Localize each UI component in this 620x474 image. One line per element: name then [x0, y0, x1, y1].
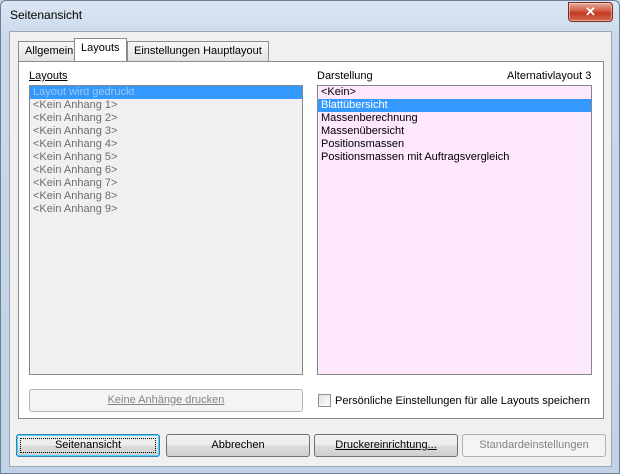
list-item[interactable]: <Kein Anhang 1> — [30, 99, 302, 112]
tab-allgemein[interactable]: Allgemein — [18, 41, 81, 61]
list-item[interactable]: <Kein Anhang 6> — [30, 164, 302, 177]
button-label: Standardeinstellungen — [479, 439, 589, 451]
tab-label: Einstellungen Hauptlayout — [134, 45, 262, 57]
layouts-label: Layouts — [29, 70, 68, 82]
list-item[interactable]: <Kein Anhang 5> — [30, 151, 302, 164]
list-item[interactable]: Massenberechnung — [318, 112, 591, 125]
list-item[interactable]: <Kein Anhang 3> — [30, 125, 302, 138]
close-button[interactable]: ✕ — [568, 2, 613, 22]
preview-button[interactable]: Seitenansicht — [16, 434, 160, 457]
dialog-window: Seitenansicht ✕ Allgemein Layouts Einste… — [0, 0, 620, 474]
defaults-button[interactable]: Standardeinstellungen — [462, 434, 606, 457]
save-settings-checkbox[interactable] — [318, 394, 331, 407]
tab-layouts[interactable]: Layouts — [74, 38, 127, 61]
list-item[interactable]: Positionsmassen — [318, 138, 591, 151]
no-attachments-print-button[interactable]: Keine Anhänge drucken — [29, 389, 303, 412]
close-icon: ✕ — [585, 4, 596, 19]
list-item[interactable]: <Kein Anhang 4> — [30, 138, 302, 151]
list-item[interactable]: Massenübersicht — [318, 125, 591, 138]
list-item[interactable]: Blattübersicht — [318, 99, 591, 112]
alternative-layout-label: Alternativlayout 3 — [507, 70, 592, 82]
tab-einstellungen-hauptlayout[interactable]: Einstellungen Hauptlayout — [127, 41, 269, 61]
window-title: Seitenansicht — [10, 8, 83, 22]
printer-setup-button[interactable]: Druckereinrichtung... — [314, 434, 458, 457]
list-item[interactable]: Positionsmassen mit Auftragsvergleich — [318, 151, 591, 164]
list-item[interactable]: <Kein Anhang 2> — [30, 112, 302, 125]
button-label: Keine Anhänge drucken — [107, 394, 225, 406]
list-item[interactable]: <Kein Anhang 7> — [30, 177, 302, 190]
darstellung-listbox[interactable]: <Kein> Blattübersicht Massenberechnung Mass… — [317, 85, 592, 375]
layouts-listbox[interactable]: Layout wird gedruckt <Kein Anhang 1> <Kein… — [29, 85, 303, 375]
button-label: Abbrechen — [211, 439, 265, 451]
button-label: Druckereinrichtung... — [335, 439, 437, 451]
darstellung-label: Darstellung — [317, 70, 373, 82]
tab-label: Layouts — [81, 42, 120, 54]
cancel-button[interactable]: Abbrechen — [166, 434, 310, 457]
list-item[interactable]: <Kein Anhang 8> — [30, 190, 302, 203]
list-item[interactable]: <Kein Anhang 9> — [30, 203, 302, 216]
list-item[interactable]: Layout wird gedruckt — [30, 86, 302, 99]
tab-label: Allgemein — [25, 45, 74, 57]
list-item[interactable]: <Kein> — [318, 86, 591, 99]
save-settings-label: Persönliche Einstellungen für alle Layou… — [335, 395, 590, 407]
